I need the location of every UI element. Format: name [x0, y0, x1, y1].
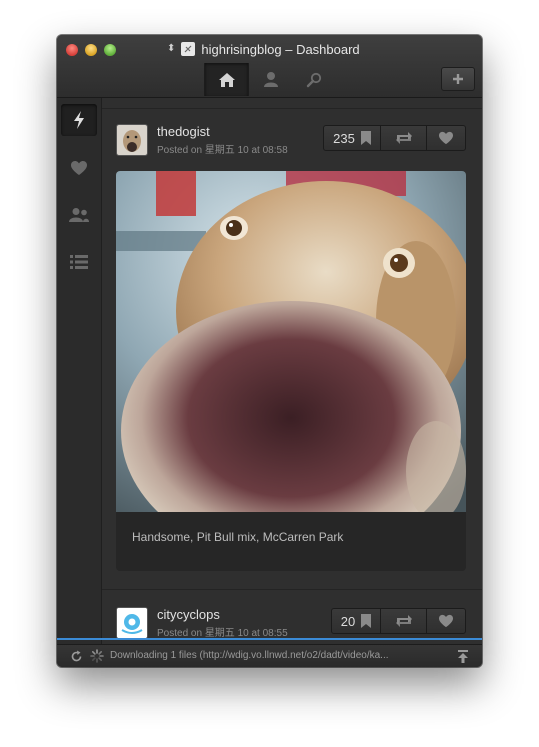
list-icon — [70, 255, 88, 269]
post-timestamp: Posted on 星期五 10 at 08:55 — [157, 628, 288, 639]
post-caption: Handsome, Pit Bull mix, McCarren Park — [132, 530, 344, 544]
reblog-icon — [395, 615, 412, 627]
heart-icon — [439, 131, 453, 145]
sidebar — [57, 98, 102, 644]
tab-search[interactable] — [292, 63, 335, 96]
title-bar: ⬍ highrisingblog – Dashboard — [57, 35, 482, 98]
close-window-button[interactable] — [66, 44, 78, 56]
zoom-window-button[interactable] — [104, 44, 116, 56]
heart-icon — [71, 161, 87, 175]
download-progress-bar — [57, 638, 482, 640]
post-actions: 235 — [323, 125, 466, 151]
like-button[interactable] — [427, 126, 465, 150]
main-tabs — [204, 63, 335, 96]
status-text: Downloading 1 files (http://wdig.vo.llnw… — [110, 650, 389, 661]
avatar[interactable] — [116, 607, 148, 639]
post-username[interactable]: thedogist — [157, 124, 210, 139]
lightning-icon — [74, 111, 84, 129]
reblog-button[interactable] — [381, 126, 427, 150]
home-icon — [218, 72, 235, 87]
user-icon — [263, 72, 278, 87]
tab-dashboard[interactable] — [204, 63, 249, 96]
sidebar-item-activity[interactable] — [61, 104, 97, 136]
plus-icon — [453, 74, 463, 84]
window-title: highrisingblog – Dashboard — [201, 41, 360, 57]
post-photo[interactable] — [116, 171, 466, 512]
tab-profile[interactable] — [249, 63, 292, 96]
reblog-button[interactable] — [381, 609, 427, 633]
status-bar: Downloading 1 files (http://wdig.vo.llnw… — [57, 644, 482, 667]
post-username[interactable]: citycyclops — [157, 607, 220, 622]
new-post-button[interactable] — [441, 67, 475, 91]
sidebar-item-posts[interactable] — [61, 246, 97, 278]
feed-divider — [102, 108, 482, 109]
window-title-group: ⬍ highrisingblog – Dashboard — [167, 40, 360, 58]
post-timestamp: Posted on 星期五 10 at 08:58 — [157, 145, 288, 156]
spinner-icon — [90, 649, 104, 663]
sidebar-item-following[interactable] — [61, 199, 97, 231]
refresh-icon[interactable] — [70, 650, 83, 663]
like-button[interactable] — [427, 609, 465, 633]
bookmark-icon — [361, 614, 372, 628]
app-window: ⬍ highrisingblog – Dashboard thedogist P… — [57, 35, 482, 667]
notes-count: 20 — [340, 613, 356, 629]
sidebar-item-likes[interactable] — [61, 152, 97, 184]
feed-divider — [102, 589, 482, 590]
avatar[interactable] — [116, 124, 148, 156]
people-icon — [69, 208, 89, 222]
search-icon — [306, 72, 321, 87]
blog-avatar-icon — [181, 42, 196, 56]
dashboard-feed: thedogist Posted on 星期五 10 at 08:58 235 — [102, 98, 482, 644]
post-card: Handsome, Pit Bull mix, McCarren Park — [116, 171, 466, 571]
reblog-icon — [395, 132, 412, 144]
post-actions: 20 — [331, 608, 466, 634]
notes-count: 235 — [333, 130, 355, 146]
minimize-window-button[interactable] — [85, 44, 97, 56]
post-header: citycyclops Posted on 星期五 10 at 08:55 20 — [116, 607, 466, 639]
scroll-to-top-icon[interactable] — [458, 650, 468, 663]
heart-icon — [439, 614, 453, 628]
notes-button[interactable]: 235 — [324, 126, 381, 150]
account-switch-icon[interactable]: ⬍ — [167, 44, 175, 54]
post-header: thedogist Posted on 星期五 10 at 08:58 235 — [116, 124, 466, 156]
notes-button[interactable]: 20 — [332, 609, 381, 633]
bookmark-icon — [360, 131, 371, 145]
